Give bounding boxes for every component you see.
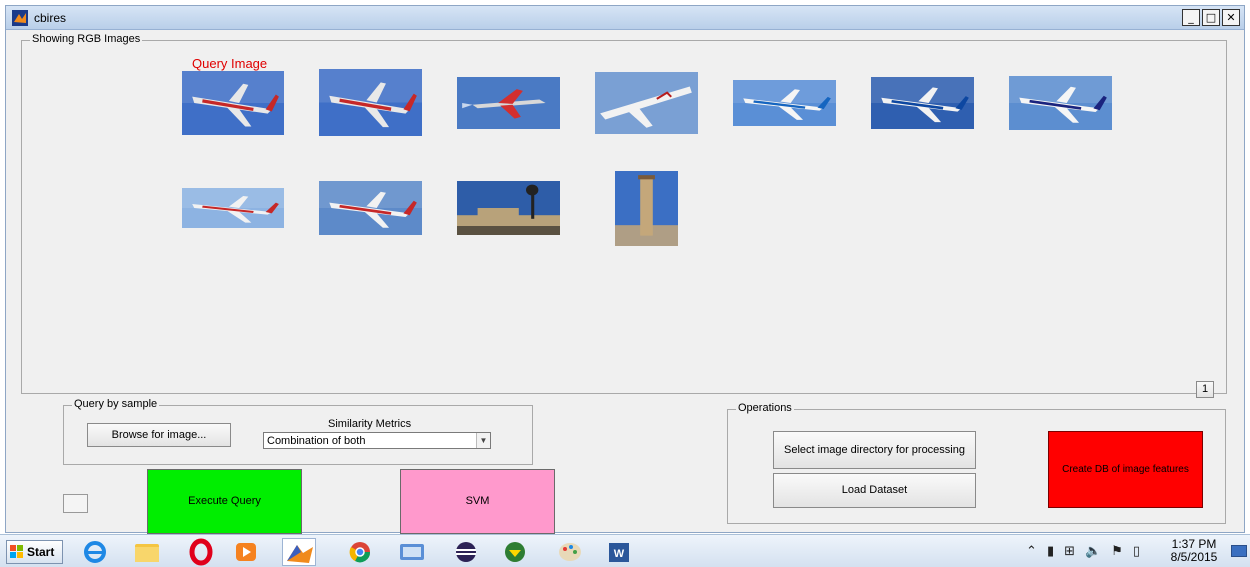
volume-icon[interactable]: 🔈	[1085, 544, 1101, 559]
load-dataset-button[interactable]: Load Dataset	[773, 473, 976, 508]
system-tray: ⌃ ▮ ⊞ 🔈 ⚑ ▯	[1026, 544, 1140, 559]
similarity-metrics-select[interactable]: Combination of both ▼	[263, 432, 491, 449]
page-number-button[interactable]: 1	[1196, 381, 1214, 398]
eclipse-icon[interactable]	[449, 538, 483, 566]
title-bar[interactable]: cbires _ □ ✕	[6, 6, 1244, 30]
checkbox[interactable]	[63, 494, 88, 513]
download-manager-icon[interactable]	[498, 538, 532, 566]
battery-icon[interactable]: ▯	[1133, 544, 1140, 559]
close-button[interactable]: ✕	[1222, 9, 1240, 26]
result-thumbnail[interactable]	[1009, 76, 1112, 130]
chevron-up-icon[interactable]: ⌃	[1026, 544, 1037, 559]
result-thumbnail[interactable]	[733, 80, 836, 126]
similarity-metrics-value: Combination of both	[267, 435, 366, 447]
minimize-button[interactable]: _	[1182, 9, 1200, 26]
chrome-icon[interactable]	[343, 538, 377, 566]
svm-button[interactable]: SVM	[400, 469, 555, 534]
show-desktop-button[interactable]	[1231, 545, 1247, 557]
query-by-sample-title: Query by sample	[72, 398, 160, 410]
execute-query-button[interactable]: Execute Query	[147, 469, 302, 534]
result-thumbnail[interactable]	[457, 77, 560, 129]
app-window: cbires _ □ ✕ Showing RGB Images 1 Query …	[5, 5, 1245, 534]
start-label: Start	[27, 545, 55, 559]
clock[interactable]: 1:37 PM 8/5/2015	[1166, 538, 1222, 564]
result-thumbnail[interactable]	[595, 72, 698, 134]
window-title: cbires	[34, 11, 67, 25]
taskbar: Start W ⌃ ▮ ⊞ 🔈 ⚑ ▯ 1:37 PM 8/5/2015	[0, 534, 1250, 567]
flag-icon[interactable]: ⚑	[1111, 544, 1123, 559]
start-button[interactable]: Start	[6, 540, 63, 564]
matlab-icon[interactable]	[282, 538, 316, 566]
select-image-directory-button[interactable]: Select image directory for processing	[773, 431, 976, 469]
result-thumbnail[interactable]	[182, 71, 284, 135]
network-icon[interactable]: ⊞	[1064, 544, 1075, 559]
result-thumbnail[interactable]	[871, 77, 974, 129]
result-thumbnail[interactable]	[319, 181, 422, 235]
similarity-metrics-label: Similarity Metrics	[328, 418, 412, 430]
browse-for-image-button[interactable]: Browse for image...	[87, 423, 231, 447]
matlab-app-icon	[12, 10, 28, 26]
result-thumbnail[interactable]	[182, 188, 284, 228]
windows-logo-icon	[10, 545, 23, 558]
file-explorer-icon[interactable]	[130, 538, 164, 566]
word-icon[interactable]: W	[602, 538, 636, 566]
opera-icon[interactable]	[184, 538, 218, 566]
operations-title: Operations	[736, 402, 794, 414]
results-panel-title: Showing RGB Images	[30, 33, 143, 45]
operations-panel: Operations Select image directory for pr…	[727, 402, 1226, 524]
maximize-button[interactable]: □	[1202, 9, 1220, 26]
query-by-sample-panel: Query by sample Browse for image... Simi…	[63, 398, 533, 465]
clock-date: 8/5/2015	[1170, 550, 1218, 564]
create-db-button[interactable]: Create DB of image features	[1048, 431, 1203, 508]
paint-icon[interactable]	[553, 538, 587, 566]
svg-text:W: W	[614, 548, 625, 560]
chevron-down-icon[interactable]: ▼	[476, 433, 490, 448]
remote-desktop-icon[interactable]	[395, 538, 429, 566]
result-thumbnail[interactable]	[457, 181, 560, 235]
query-image-label: Query Image	[192, 56, 268, 71]
result-thumbnail[interactable]	[319, 69, 422, 136]
result-thumbnail[interactable]	[615, 171, 678, 246]
internet-explorer-icon[interactable]	[78, 538, 112, 566]
signal-icon[interactable]: ▮	[1047, 544, 1054, 559]
media-player-icon[interactable]	[229, 538, 263, 566]
